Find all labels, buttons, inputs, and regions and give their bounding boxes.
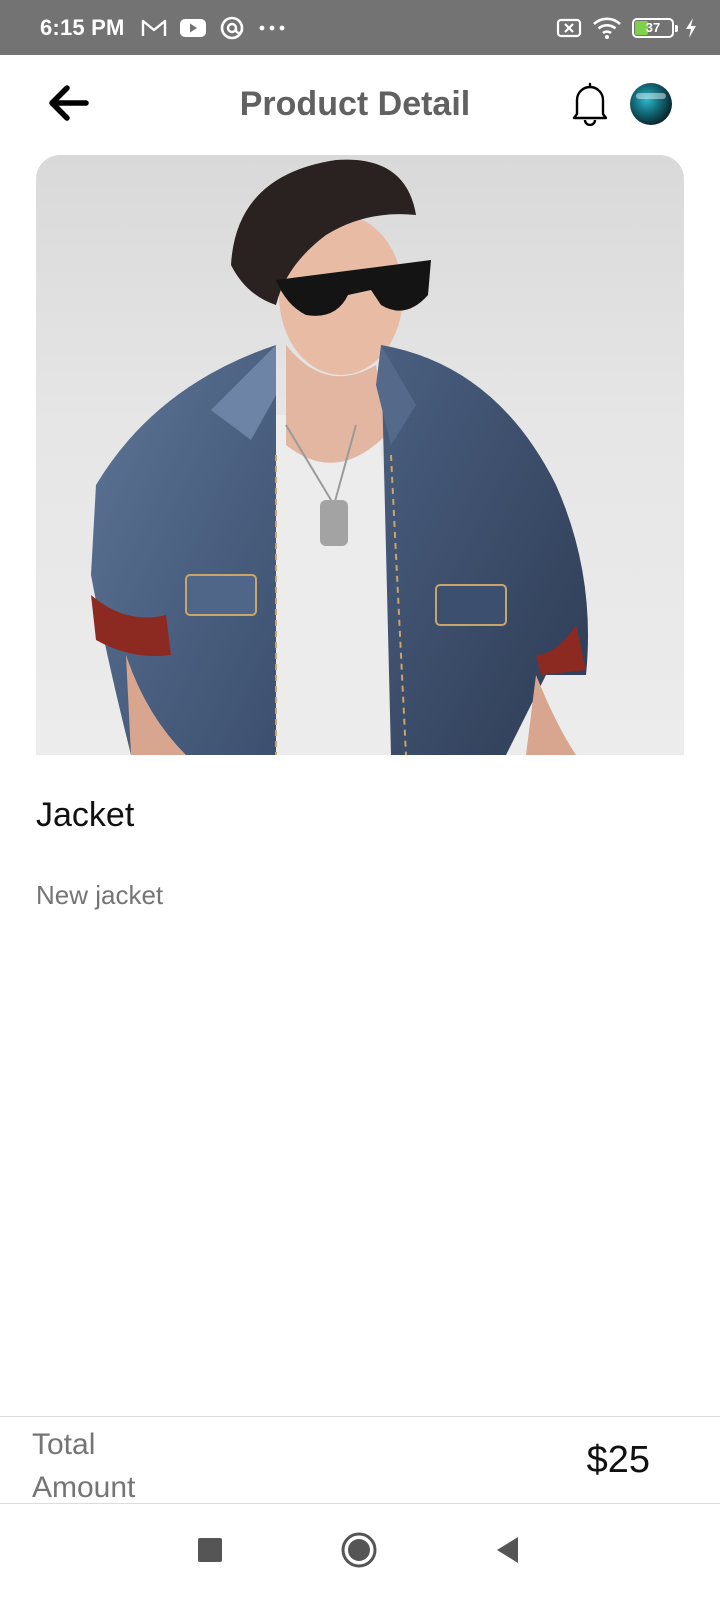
total-value: $25: [586, 1439, 650, 1481]
home-circle-icon: [340, 1531, 378, 1574]
app-header: Product Detail: [0, 55, 720, 155]
battery-icon: 37: [632, 17, 678, 38]
battery-level: 37: [645, 20, 661, 35]
status-time: 6:15 PM: [40, 14, 125, 40]
product-name: Jacket: [36, 796, 135, 834]
avatar[interactable]: [630, 83, 672, 125]
screen: 6:15 PM 37 Product Detail Jacket New jac…: [0, 0, 720, 1600]
home-button[interactable]: [337, 1530, 381, 1574]
product-image: [36, 155, 684, 755]
charging-icon: [684, 17, 698, 39]
back-nav-button[interactable]: [486, 1530, 530, 1574]
gmail-icon: [141, 18, 167, 38]
at-sign-icon: [219, 15, 245, 41]
notification-button[interactable]: [568, 79, 612, 131]
back-triangle-icon: [494, 1535, 522, 1570]
total-label: Total Amount: [32, 1428, 136, 1504]
page-title: Product Detail: [239, 85, 471, 123]
more-dots-icon: [257, 23, 287, 33]
wifi-icon: [592, 16, 622, 40]
status-bar: 6:15 PM 37: [0, 0, 720, 55]
total-bar: Total Amount $25: [0, 1416, 720, 1504]
sim-off-icon: [556, 17, 582, 39]
recents-button[interactable]: [188, 1530, 232, 1574]
square-icon: [196, 1536, 224, 1569]
bell-icon: [571, 80, 609, 131]
youtube-icon: [179, 18, 207, 38]
product-description: New jacket: [36, 880, 164, 910]
system-nav-bar: [0, 1504, 720, 1600]
